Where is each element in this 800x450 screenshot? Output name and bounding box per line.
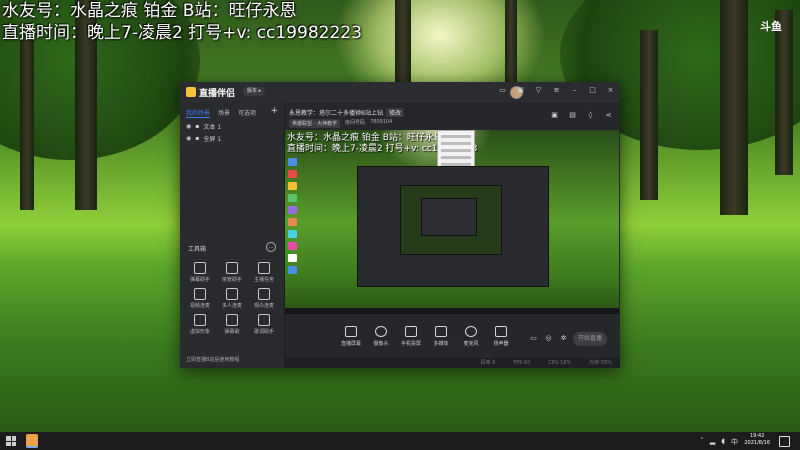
avatar-icon [194, 314, 206, 326]
gift-icon[interactable]: ▣ [517, 87, 524, 94]
tool-lyrics[interactable]: 歌词助手 [248, 314, 280, 335]
share-icon[interactable]: ⋖ [605, 112, 612, 119]
tool-audience-link[interactable]: 观众连麦 [248, 288, 280, 309]
tool-task[interactable]: 主播任务 [248, 262, 280, 283]
app-name: 直播伴侣 [199, 89, 236, 99]
tab-options[interactable]: 可选项 [238, 108, 256, 118]
source-item-fullscreen[interactable]: ◉ ▪ 全屏 1 [186, 134, 221, 143]
microphone-icon [465, 326, 477, 337]
status-bar: 码率 0 FPS 60 CPU 18% 内存 55% [285, 358, 620, 368]
app-titlebar: 直播伴侣 版本 ▸ ▭ ▣ ▽ ≡ – □ × [180, 82, 620, 102]
status-fps: FPS 60 [513, 360, 531, 366]
multi-link-icon [226, 288, 238, 300]
windows-taskbar: ˄ ▂ ◖ 中 19:42 2021/8/16 [0, 432, 800, 450]
stream-preview[interactable]: 水友号：水晶之痕 铂金 B站：旺仔永恩 直播时间：晚上7-凌晨2 打号+v: c… [285, 130, 619, 314]
notification-icon[interactable] [779, 436, 790, 447]
lock-icon[interactable]: ▪ [195, 123, 199, 130]
video-link-icon [194, 288, 206, 300]
category-chip[interactable]: 英雄联盟 - 大神教学 [289, 119, 340, 128]
danmu-icon [194, 262, 206, 274]
visibility-eye-icon[interactable]: ◉ [186, 135, 191, 142]
room-id-label: 房间号码 [344, 120, 365, 126]
nested-preview-window [357, 166, 549, 287]
gift-room-icon[interactable]: ▤ [569, 112, 576, 119]
clock-time: 19:42 [749, 433, 765, 439]
system-tray: ˄ ▂ ◖ 中 [700, 437, 738, 447]
status-memory: 内存 55% [589, 360, 612, 366]
room-title: 永恩教学：塔尔二十多播钟B站上钻 修改 [289, 108, 405, 117]
network-icon[interactable]: ▂ [710, 437, 715, 447]
song-icon [226, 314, 238, 326]
room-id: 7809104 [370, 119, 393, 125]
phone-icon [405, 326, 417, 337]
source-label: 文本 1 [203, 124, 222, 131]
add-scene-icon[interactable]: + [270, 106, 278, 116]
admin-icon [226, 262, 238, 274]
status-bitrate: 码率 0 [480, 360, 496, 366]
minimize-icon[interactable]: – [571, 87, 578, 94]
taskbar-app-icon[interactable] [26, 434, 38, 448]
stream-overlay-line1: 水友号：水晶之痕 铂金 B站：旺仔永恩 [2, 1, 297, 21]
speaker-icon [495, 326, 507, 337]
tool-video-link[interactable]: 视频连麦 [184, 288, 216, 309]
tool-avatar[interactable]: 虚拟形象 [184, 314, 216, 335]
corner-watermark-logo: 斗鱼 [760, 20, 782, 33]
clock-date: 2021/8/16 [744, 440, 770, 446]
tab-my-scenes[interactable]: 我的场景 [186, 108, 211, 118]
tool-admin[interactable]: 房管助手 [216, 262, 248, 283]
message-icon[interactable]: ▭ [499, 87, 506, 94]
camera-button[interactable]: 摄像头 [367, 326, 395, 347]
maximize-icon[interactable]: □ [589, 87, 596, 94]
livestream-app-window: 直播伴侣 版本 ▸ ▭ ▣ ▽ ≡ – □ × 我的场景 场景 可选项 + ◉ … [180, 82, 620, 368]
source-label: 全屏 1 [203, 136, 222, 143]
microphone-button[interactable]: 麦克风 [457, 326, 485, 347]
speaker-button[interactable]: 扬声器 [487, 326, 515, 347]
start-menu-icon[interactable] [6, 436, 16, 446]
preview-desktop-icons [288, 158, 302, 274]
volume-icon[interactable]: ◖ [721, 437, 725, 447]
app-logo-icon [186, 87, 196, 97]
edit-title-button[interactable]: 修改 [386, 108, 405, 117]
start-live-button[interactable]: 开始直播 [573, 332, 607, 346]
phone-cast-button[interactable]: 手机投屏 [397, 326, 425, 347]
stream-overlay-line2: 直播时间：晚上7-凌晨2 打号+v: cc19982223 [2, 23, 362, 43]
toolbox-more-icon[interactable]: … [266, 242, 276, 252]
tool-danmu[interactable]: 弹幕助手 [184, 262, 216, 283]
task-icon [258, 262, 270, 274]
media-button[interactable]: 多媒体 [427, 326, 455, 347]
version-button[interactable]: 版本 ▸ [243, 87, 266, 96]
audience-link-icon [258, 288, 270, 300]
visibility-eye-icon[interactable]: ◉ [186, 123, 191, 130]
main-panel: 永恩教学：塔尔二十多播钟B站上钻 修改 英雄联盟 - 大神教学 房间号码 7809… [285, 102, 620, 368]
status-cpu: CPU 18% [548, 360, 572, 366]
toolbox-title: 工具箱 [188, 246, 207, 253]
tool-multi-link[interactable]: 多人连麦 [216, 288, 248, 309]
play-icon [435, 326, 447, 337]
lock-icon[interactable]: ▪ [195, 135, 199, 142]
record-icon[interactable]: ▭ [530, 335, 537, 342]
lyrics-icon [258, 314, 270, 326]
shop-icon[interactable]: ▽ [535, 87, 542, 94]
tool-song[interactable]: 弹幕歌 [216, 314, 248, 335]
chevron-up-icon[interactable]: ˄ [700, 437, 704, 447]
lock-room-icon[interactable]: ▣ [551, 112, 558, 119]
taskbar-clock[interactable]: 19:42 2021/8/16 [744, 433, 770, 447]
settings-icon[interactable]: ✲ [560, 335, 567, 342]
preview-toggle-icon[interactable]: ◎ [545, 335, 552, 342]
notify-icon[interactable]: ◊ [587, 112, 594, 119]
close-icon[interactable]: × [607, 87, 614, 94]
source-item-text[interactable]: ◉ ▪ 文本 1 [186, 122, 221, 131]
tab-scenes[interactable]: 场景 [218, 108, 230, 118]
camera-icon [375, 326, 387, 337]
screen-capture-button[interactable]: 直播屏幕 [337, 326, 365, 347]
input-method[interactable]: 中 [731, 437, 738, 447]
monitor-icon [345, 326, 357, 337]
menu-icon[interactable]: ≡ [553, 87, 560, 94]
scene-sidebar: 我的场景 场景 可选项 + ◉ ▪ 文本 1 ◉ ▪ 全屏 1 工具箱 … 弹幕… [180, 102, 285, 368]
tutorial-hint[interactable]: 立即直播B站后使用教程 [186, 356, 239, 363]
